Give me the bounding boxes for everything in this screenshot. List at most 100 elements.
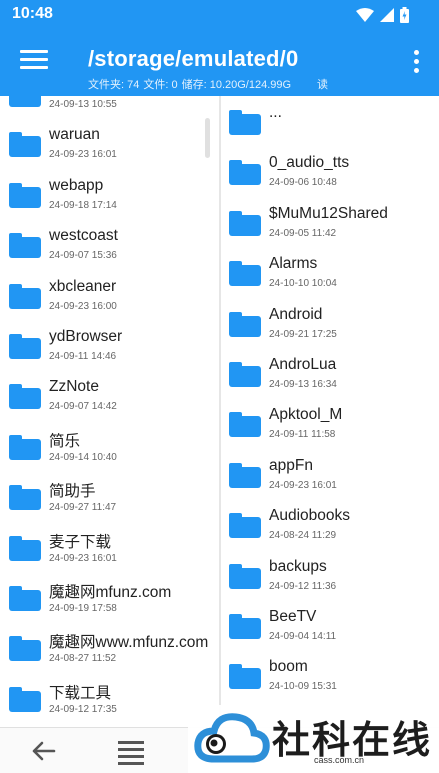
folder-row[interactable]: Audiobooks 24-08-24 11:29 xyxy=(221,499,439,549)
folder-row[interactable]: 魔趣网www.mfunz.com 24-08-27 11:52 xyxy=(0,622,219,672)
folder-date: 24-09-18 17:14 xyxy=(49,199,117,211)
folder-date: 24-09-13 16:34 xyxy=(269,379,337,390)
folder-icon xyxy=(9,535,41,561)
left-file-pane[interactable]: 24-09-13 10:55 waruan 24-09-23 16:01 webapp… xyxy=(0,96,219,727)
folder-row[interactable]: waruan 24-09-23 16:01 xyxy=(0,118,219,168)
folder-icon xyxy=(9,283,41,309)
folder-icon xyxy=(229,110,261,135)
folder-icon xyxy=(9,182,41,208)
folder-name: appFn xyxy=(269,456,313,474)
folder-date: 24-09-12 17:35 xyxy=(49,703,117,715)
more-options-icon[interactable] xyxy=(411,50,421,78)
folder-date: 24-10-09 15:31 xyxy=(269,681,337,693)
folder-icon xyxy=(229,563,261,589)
wifi-icon xyxy=(356,8,374,22)
folder-icon xyxy=(229,462,261,488)
folder-icon xyxy=(229,614,261,639)
folder-row[interactable]: AndroLua 24-09-13 16:34 xyxy=(221,348,439,398)
file-count: 文件: 0 xyxy=(143,79,178,91)
folder-icon xyxy=(229,261,261,287)
folder-date: 24-09-06 10:48 xyxy=(269,177,337,189)
folder-date: 24-09-23 16:00 xyxy=(49,300,117,312)
folder-date: 24-09-11 11:58 xyxy=(269,429,336,441)
folder-name: $MuMu12Shared xyxy=(269,204,388,222)
watermark-domain: cass.com.cn xyxy=(314,755,365,765)
folder-row[interactable]: ZzNote 24-09-07 14:42 xyxy=(0,370,219,420)
folder-date: 24-08-27 11:52 xyxy=(49,653,117,665)
folder-row[interactable]: appFn 24-09-23 16:01 xyxy=(221,449,439,499)
folder-row[interactable]: 麦子下载 24-09-23 16:01 xyxy=(0,522,219,572)
file-manager-screen: { "status": { "time": "10:48" }, "toolba… xyxy=(0,0,439,773)
folder-name: 魔趣网www.mfunz.com xyxy=(49,634,209,652)
folder-name: 下载工具 xyxy=(49,684,112,702)
folder-icon xyxy=(9,686,41,712)
folder-date: 24-09-07 15:36 xyxy=(49,250,117,262)
folder-date: 24-09-14 10:40 xyxy=(49,451,117,463)
folder-row[interactable]: westcoast 24-09-07 15:36 xyxy=(0,219,219,269)
folder-name: 魔趣网mfunz.com xyxy=(49,584,172,601)
folder-row[interactable]: xbcleaner 24-09-23 16:00 xyxy=(0,270,219,320)
folder-icon xyxy=(229,311,261,337)
folder-date: 24-09-05 11:42 xyxy=(269,227,337,239)
permission-label: 读 xyxy=(317,79,329,91)
folder-icon xyxy=(9,485,41,511)
folder-icon xyxy=(229,160,261,186)
folder-name: backups xyxy=(269,557,327,575)
folder-row[interactable]: 简助手 24-09-27 11:47 xyxy=(0,471,219,521)
folder-row[interactable]: 简乐 24-09-14 10:40 xyxy=(0,421,219,471)
folder-date: 24-09-04 14:11 xyxy=(269,631,337,642)
folder-icon xyxy=(9,132,41,158)
folder-date: 24-09-23 16:01 xyxy=(49,552,117,564)
battery-icon xyxy=(400,7,409,23)
folder-date: 24-09-23 16:01 xyxy=(49,149,117,161)
folder-date: 24-09-21 17:25 xyxy=(269,328,337,340)
folder-row[interactable]: BeeTV 24-09-04 14:11 xyxy=(221,600,439,650)
folder-name: webapp xyxy=(49,176,104,194)
folder-name: 简助手 xyxy=(49,483,96,501)
folder-icon xyxy=(229,210,261,236)
folder-name: xbcleaner xyxy=(49,277,117,295)
folder-row[interactable]: 下载工具 24-09-12 17:35 xyxy=(0,673,219,723)
folder-name: westcoast xyxy=(49,227,118,245)
right-file-pane[interactable]: ... 0_audio_tts 24-09-06 10:48 $MuMu12Share… xyxy=(221,96,439,727)
folder-row[interactable]: ydBrowser 24-09-11 14:46 xyxy=(0,320,219,370)
clock: 10:48 xyxy=(12,5,53,22)
folder-date: 24-09-07 14:42 xyxy=(49,401,117,413)
folder-row[interactable]: boom 24-10-09 15:31 xyxy=(221,650,439,700)
status-bar: 10:48 xyxy=(0,0,439,30)
folder-row[interactable]: 0_audio_tts 24-09-06 10:48 xyxy=(221,146,439,196)
folder-row[interactable]: backups 24-09-12 11:36 xyxy=(221,550,439,600)
folder-row[interactable]: $MuMu12Shared 24-09-05 11:42 xyxy=(221,197,439,247)
menu-icon[interactable] xyxy=(20,50,48,74)
folder-row[interactable]: Alarms 24-10-10 10:04 xyxy=(221,247,439,297)
folder-row[interactable]: ... xyxy=(221,96,439,146)
folder-name: Alarms xyxy=(269,255,318,273)
system-icons xyxy=(356,6,409,24)
folder-icon xyxy=(9,636,41,662)
folder-icon xyxy=(9,384,41,410)
folder-row[interactable]: Android 24-09-21 17:25 xyxy=(221,298,439,348)
folder-icon xyxy=(9,334,41,359)
folder-row[interactable]: 24-09-13 10:55 xyxy=(0,96,219,118)
folder-name: ydBrowser xyxy=(49,328,123,345)
folder-name: Audiobooks xyxy=(269,507,351,525)
folder-date: 24-08-24 11:29 xyxy=(269,530,337,542)
folder-row[interactable]: webapp 24-09-18 17:14 xyxy=(0,169,219,219)
folder-name: BeeTV xyxy=(269,608,317,625)
folder-name: boom xyxy=(269,658,308,676)
scrollbar[interactable] xyxy=(205,118,210,158)
folder-name: AndroLua xyxy=(269,356,337,373)
folder-name: 简乐 xyxy=(49,432,81,450)
current-path: /storage/emulated/0 xyxy=(88,46,299,71)
signal-icon xyxy=(380,8,394,22)
folder-row[interactable]: 魔趣网mfunz.com 24-09-19 17:58 xyxy=(0,572,219,622)
folder-name: Android xyxy=(269,305,323,323)
folder-icon xyxy=(229,664,261,690)
folder-date: 24-09-27 11:47 xyxy=(49,502,117,514)
folder-date: 24-09-19 17:58 xyxy=(49,603,117,614)
back-arrow-icon[interactable] xyxy=(30,738,58,764)
list-view-icon[interactable] xyxy=(118,741,144,765)
folder-name: 麦子下载 xyxy=(49,533,112,551)
folder-icon xyxy=(9,586,41,611)
folder-row[interactable]: Apktool_M 24-09-11 11:58 xyxy=(221,398,439,448)
